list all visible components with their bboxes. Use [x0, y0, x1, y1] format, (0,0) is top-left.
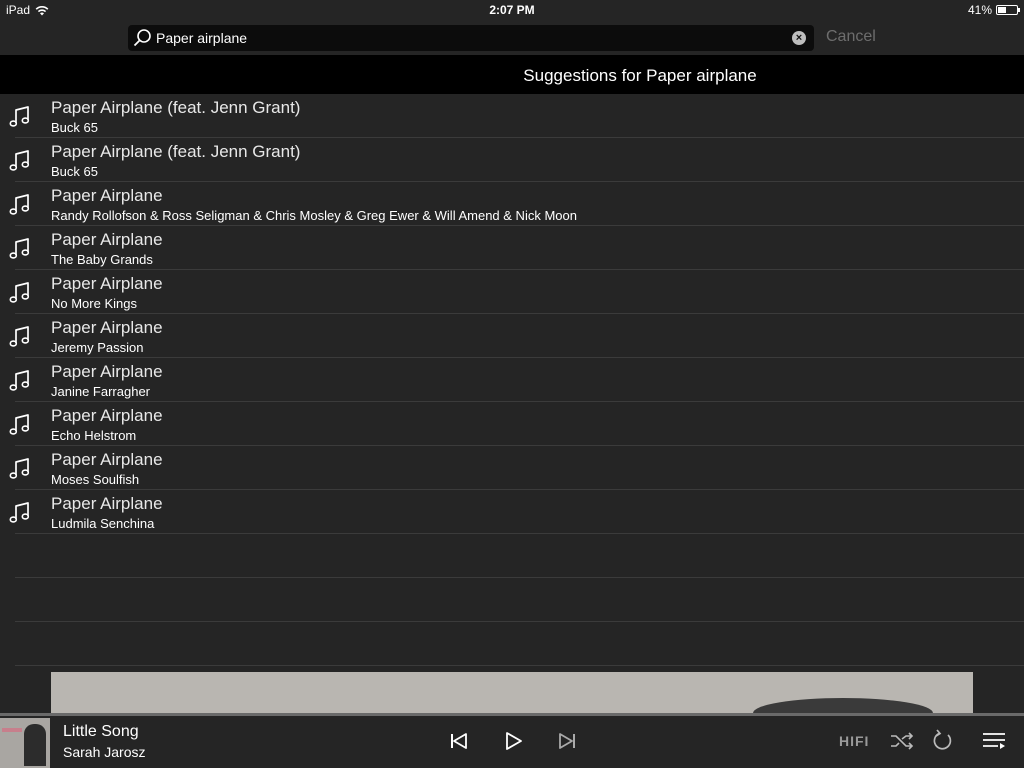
music-note-icon [7, 500, 33, 526]
music-note-icon [7, 148, 33, 174]
music-note-icon [7, 192, 33, 218]
clock: 2:07 PM [489, 3, 535, 17]
search-icon [133, 29, 151, 47]
battery-icon [996, 5, 1020, 15]
result-title: Paper Airplane [51, 450, 163, 469]
hifi-badge[interactable]: HIFI [839, 733, 869, 749]
result-title: Paper Airplane [51, 318, 163, 337]
empty-list-row [0, 534, 1024, 578]
shuffle-icon[interactable] [889, 728, 915, 754]
result-row[interactable]: Paper Airplane Ludmila Senchina [0, 490, 1024, 534]
result-title: Paper Airplane [51, 186, 163, 205]
result-row[interactable]: Paper Airplane The Baby Grands [0, 226, 1024, 270]
music-note-icon [7, 368, 33, 394]
result-artist: Buck 65 [51, 120, 98, 135]
result-title: Paper Airplane [51, 406, 163, 425]
album-art-background [51, 672, 973, 716]
result-artist: Echo Helstrom [51, 428, 137, 443]
result-title: Paper Airplane (feat. Jenn Grant) [51, 142, 301, 161]
player-bar: Little Song Sarah Jarosz HIFI [0, 713, 1024, 768]
now-playing-album-art[interactable] [0, 718, 50, 768]
next-icon[interactable] [554, 728, 580, 754]
music-note-icon [7, 236, 33, 262]
empty-list-row [0, 622, 1024, 666]
suggestions-header: Suggestions for Paper airplane [0, 55, 1024, 94]
clear-search-icon[interactable]: × [792, 31, 806, 45]
result-row[interactable]: Paper Airplane Moses Soulfish [0, 446, 1024, 490]
cancel-button[interactable]: Cancel [826, 28, 876, 46]
search-input[interactable] [156, 25, 776, 51]
now-playing-artist[interactable]: Sarah Jarosz [63, 744, 145, 760]
result-row[interactable]: Paper Airplane Janine Farragher [0, 358, 1024, 402]
result-artist: Buck 65 [51, 164, 98, 179]
result-row[interactable]: Paper Airplane Echo Helstrom [0, 402, 1024, 446]
status-bar: iPad 2:07 PM 41% [0, 0, 1024, 20]
music-note-icon [7, 324, 33, 350]
suggestions-title: Suggestions for Paper airplane [523, 66, 757, 85]
music-note-icon [7, 280, 33, 306]
result-row[interactable]: Paper Airplane Jeremy Passion [0, 314, 1024, 358]
result-row[interactable]: Paper Airplane (feat. Jenn Grant) Buck 65 [0, 94, 1024, 138]
now-playing-title[interactable]: Little Song [63, 723, 139, 741]
result-artist: Randy Rollofson & Ross Seligman & Chris … [51, 208, 577, 223]
status-right: 41% [967, 3, 1020, 17]
result-row[interactable]: Paper Airplane (feat. Jenn Grant) Buck 65 [0, 138, 1024, 182]
music-note-icon [7, 412, 33, 438]
previous-icon[interactable] [446, 728, 472, 754]
result-title: Paper Airplane [51, 362, 163, 381]
result-artist: The Baby Grands [51, 252, 153, 267]
result-title: Paper Airplane [51, 274, 163, 293]
result-row[interactable]: Paper Airplane No More Kings [0, 270, 1024, 314]
queue-icon[interactable] [981, 728, 1007, 754]
empty-list-row [0, 578, 1024, 622]
results-list: Paper Airplane (feat. Jenn Grant) Buck 65… [0, 94, 1024, 666]
result-title: Paper Airplane (feat. Jenn Grant) [51, 98, 301, 117]
result-artist: Janine Farragher [51, 384, 150, 399]
result-title: Paper Airplane [51, 494, 163, 513]
result-artist: No More Kings [51, 296, 137, 311]
battery-percent: 41% [967, 3, 992, 17]
result-artist: Ludmila Senchina [51, 516, 155, 531]
repeat-icon[interactable] [929, 728, 955, 754]
play-icon[interactable] [500, 728, 526, 754]
result-artist: Jeremy Passion [51, 340, 144, 355]
music-note-icon [7, 104, 33, 130]
search-bar[interactable]: × [128, 25, 814, 51]
result-artist: Moses Soulfish [51, 472, 140, 487]
result-row[interactable]: Paper Airplane Randy Rollofson & Ross Sel… [0, 182, 1024, 226]
playback-progress-bar[interactable] [0, 713, 1024, 716]
result-title: Paper Airplane [51, 230, 163, 249]
music-note-icon [7, 456, 33, 482]
